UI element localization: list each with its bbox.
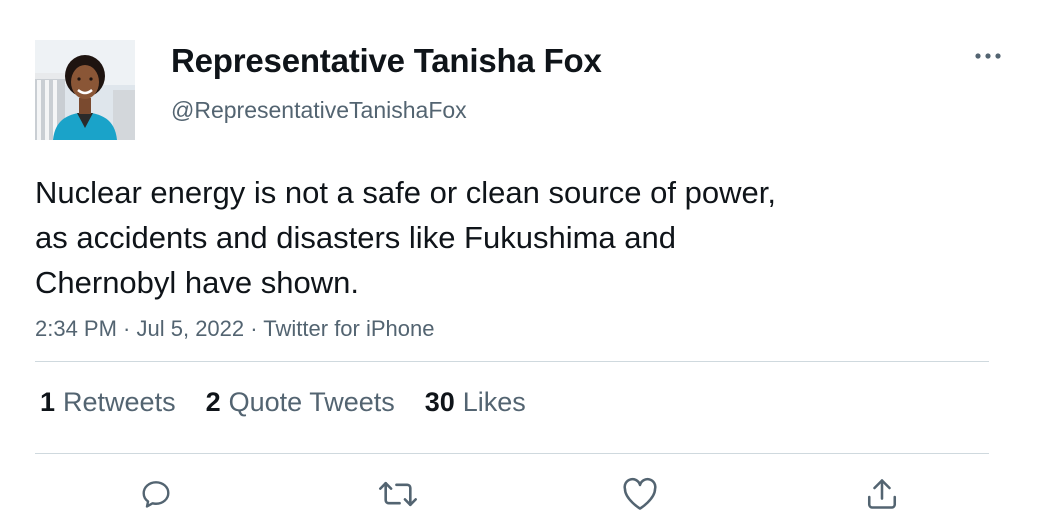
quote-tweets-stat[interactable]: 2 Quote Tweets — [206, 387, 395, 418]
tweet-source[interactable]: Twitter for iPhone — [263, 316, 434, 341]
tweet-date[interactable]: Jul 5, 2022 — [137, 316, 245, 341]
more-icon — [975, 53, 1001, 59]
tweet-detail: Representative Tanisha Fox @Representati… — [0, 0, 1050, 525]
more-options-button[interactable] — [970, 44, 1006, 68]
tweet-text: Nuclear energy is not a safe or clean so… — [35, 170, 935, 305]
like-button[interactable] — [620, 474, 660, 514]
tweet-text-line: as accidents and disasters like Fukushim… — [35, 220, 676, 255]
likes-label: Likes — [462, 387, 526, 417]
share-button[interactable] — [862, 474, 902, 514]
retweet-icon — [379, 481, 417, 507]
retweets-label: Retweets — [63, 387, 176, 417]
tweet-text-line: Chernobyl have shown. — [35, 265, 359, 300]
author-handle[interactable]: @RepresentativeTanishaFox — [171, 97, 467, 124]
share-icon — [867, 479, 897, 509]
quote-tweets-count: 2 — [205, 387, 221, 417]
avatar[interactable] — [35, 40, 135, 140]
retweet-button[interactable] — [378, 474, 418, 514]
meta-separator: · — [116, 316, 137, 341]
reply-icon — [142, 481, 170, 508]
quote-tweets-label: Quote Tweets — [228, 387, 395, 417]
meta-separator: · — [244, 316, 264, 341]
retweets-stat[interactable]: 1 Retweets — [40, 387, 176, 418]
retweets-count: 1 — [40, 387, 56, 417]
tweet-text-line: Nuclear energy is not a safe or clean so… — [35, 175, 776, 210]
engagement-stats: 1 Retweets 2 Quote Tweets 30 Likes — [40, 387, 526, 418]
likes-count: 30 — [424, 387, 455, 417]
divider — [35, 453, 989, 454]
tweet-metadata: 2:34 PM · Jul 5, 2022 · Twitter for iPho… — [35, 316, 434, 342]
like-icon — [623, 477, 657, 510]
likes-stat[interactable]: 30 Likes — [425, 387, 526, 418]
tweet-time[interactable]: 2:34 PM — [35, 316, 117, 341]
profile-photo-icon — [35, 40, 135, 140]
divider — [35, 361, 989, 362]
reply-button[interactable] — [136, 474, 176, 514]
author-name[interactable]: Representative Tanisha Fox — [171, 42, 602, 80]
